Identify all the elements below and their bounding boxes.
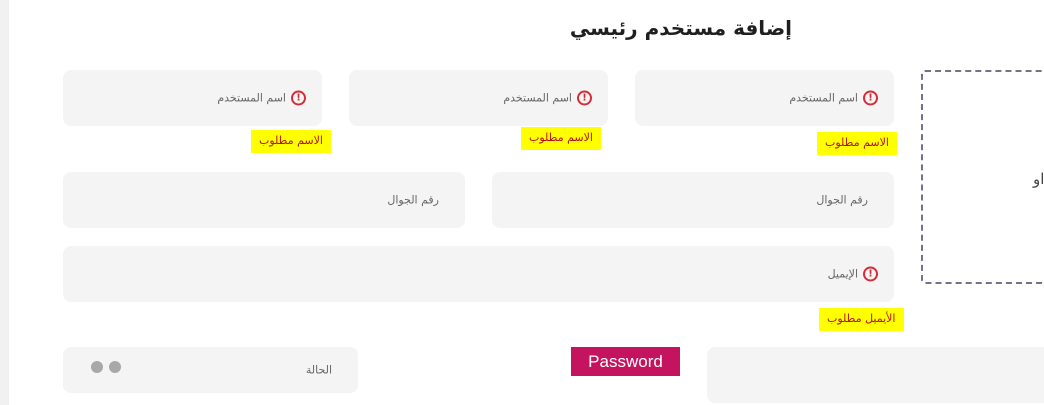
password-field[interactable] (707, 347, 1044, 403)
toggle-dots-icon[interactable] (91, 361, 123, 373)
name-field-3[interactable]: ! اسم المستخدم (63, 70, 322, 126)
email-error-message: الأيميل مطلوب (819, 308, 904, 331)
left-edge-strip (0, 0, 9, 405)
name-field-placeholder: اسم المستخدم (789, 91, 858, 105)
toggle-dot (109, 361, 121, 373)
email-field[interactable]: ! الإيميل (63, 246, 894, 302)
status-field-placeholder: الحالة (305, 363, 332, 377)
name-field-placeholder: اسم المستخدم (217, 91, 286, 105)
name-field-1[interactable]: ! اسم المستخدم (635, 70, 894, 126)
name-field-2[interactable]: ! اسم المستخدم (349, 70, 608, 126)
name-error-message: الاسم مطلوب (521, 127, 601, 150)
phone-field-placeholder: رقم الجوال (387, 193, 439, 207)
phone-field-1[interactable]: رقم الجوال (492, 172, 894, 228)
name-error-message: الاسم مطلوب (817, 132, 897, 155)
phone-field-placeholder: رقم الجوال (816, 193, 868, 207)
error-circle-icon: ! (863, 266, 878, 282)
error-circle-icon: ! (863, 90, 878, 106)
error-circle-icon: ! (291, 90, 306, 106)
toggle-dot (91, 361, 103, 373)
error-circle-icon: ! (577, 90, 592, 106)
upload-text: نا او (1033, 170, 1044, 188)
password-label: Password (571, 347, 680, 376)
phone-field-2[interactable]: رقم الجوال (63, 172, 465, 228)
page-title: إضافة مستخدم رئيسي (569, 16, 792, 40)
photo-upload-dropzone[interactable]: نا او (921, 70, 1044, 284)
email-field-placeholder: الإيميل (827, 267, 858, 281)
name-error-message: الاسم مطلوب (251, 130, 331, 153)
name-field-placeholder: اسم المستخدم (503, 91, 572, 105)
